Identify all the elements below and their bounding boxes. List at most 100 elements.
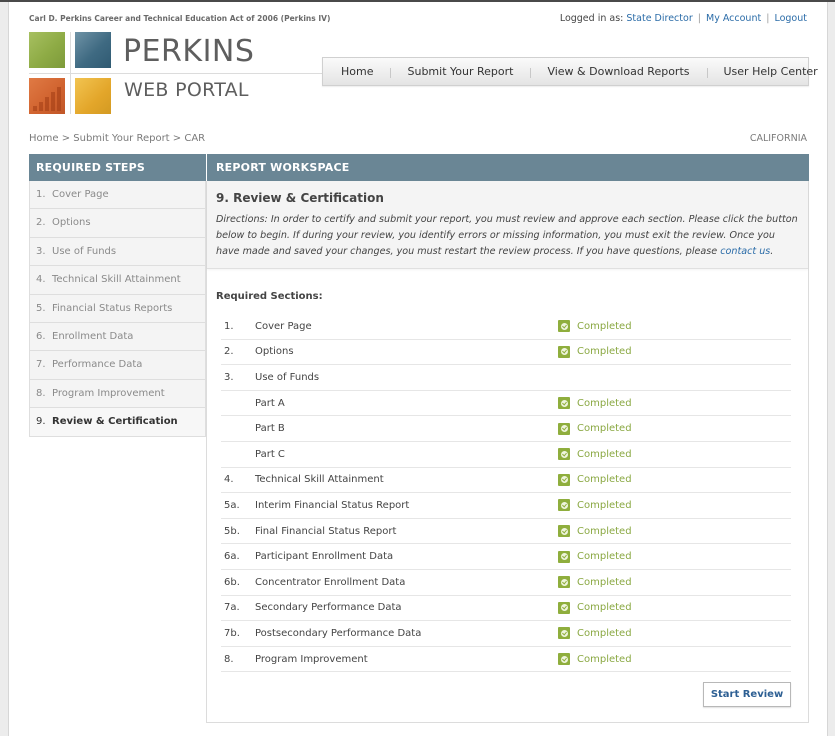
step-label: Technical Skill Attainment: [52, 274, 181, 286]
section-number: 6b.: [224, 576, 240, 588]
section-number: 1.: [224, 320, 234, 332]
status-completed: Completed: [558, 448, 632, 461]
status-text: Completed: [577, 653, 632, 665]
user-link[interactable]: State Director: [626, 13, 692, 24]
section-row: 6b. Concentrator Enrollment Data Completed: [221, 570, 791, 596]
sidebar-title: REQUIRED STEPS: [29, 154, 206, 181]
logo-subtitle: WEB PORTAL: [124, 79, 249, 101]
nav-submit-your-report[interactable]: Submit Your Report: [390, 65, 530, 78]
status-completed: Completed: [558, 345, 632, 358]
directions-body: Directions: In order to certify and subm…: [216, 214, 798, 257]
section-row: 3. Use of Funds: [221, 365, 791, 391]
section-number: 6a.: [224, 551, 240, 563]
student-photo-icon: [75, 78, 111, 114]
check-icon: [558, 525, 570, 538]
section-name: Program Improvement: [255, 653, 368, 665]
separator: |: [766, 13, 770, 24]
sidebar-item-review-certification[interactable]: 9. Review & Certification: [29, 408, 206, 437]
login-prefix: Logged in as:: [559, 13, 624, 24]
check-icon: [558, 601, 570, 614]
status-text: Completed: [577, 551, 632, 563]
section-row: 5b. Final Financial Status Report Complete…: [221, 519, 791, 545]
required-steps-sidebar: REQUIRED STEPS 1. Cover Page 2. Options 3.…: [29, 154, 206, 437]
status-text: Completed: [577, 602, 632, 614]
act-title: Carl D. Perkins Career and Technical Edu…: [29, 14, 331, 23]
state-label: CALIFORNIA: [749, 133, 807, 144]
status-completed: Completed: [558, 499, 632, 512]
step-number: 3.: [36, 245, 46, 257]
step-number: 6.: [36, 330, 46, 342]
sidebar-item-enrollment-data[interactable]: 6. Enrollment Data: [29, 322, 206, 352]
status-completed: Completed: [558, 320, 632, 333]
check-icon: [558, 627, 570, 640]
section-number: 3.: [224, 371, 234, 383]
step-number: 9.: [36, 416, 46, 428]
status-text: Completed: [577, 576, 632, 588]
status-text: Completed: [577, 499, 632, 511]
page: Carl D. Perkins Career and Technical Edu…: [8, 2, 828, 736]
sidebar-item-performance-data[interactable]: 7. Performance Data: [29, 351, 206, 380]
status-completed: Completed: [558, 397, 632, 410]
sidebar-item-program-improvement[interactable]: 8. Program Improvement: [29, 379, 206, 409]
section-name: Postsecondary Performance Data: [255, 627, 422, 639]
step-label: Performance Data: [52, 359, 143, 371]
section-name: Participant Enrollment Data: [255, 551, 394, 563]
status-completed: Completed: [558, 627, 632, 640]
section-name: Part A: [255, 397, 285, 409]
status-text: Completed: [577, 320, 632, 332]
status-completed: Completed: [558, 576, 632, 589]
section-row: Part A Completed: [221, 391, 791, 417]
section-number: 5b.: [224, 525, 240, 537]
nav-home[interactable]: Home: [323, 65, 390, 78]
start-review-button[interactable]: Start Review: [703, 682, 791, 707]
keyboard-photo-icon: [75, 32, 111, 68]
sidebar-item-use-of-funds[interactable]: 3. Use of Funds: [29, 237, 206, 267]
section-intro: 9. Review & Certification Directions: In…: [207, 181, 808, 269]
step-label: Use of Funds: [52, 245, 117, 257]
section-row: 6a. Participant Enrollment Data Completed: [221, 544, 791, 570]
step-label: Enrollment Data: [52, 330, 134, 342]
status-text: Completed: [577, 423, 632, 435]
step-number: 4.: [36, 274, 46, 286]
section-name: Secondary Performance Data: [255, 602, 402, 614]
step-number: 2.: [36, 217, 46, 229]
section-row: 2. Options Completed: [221, 340, 791, 366]
sidebar-item-technical-skill-attainment[interactable]: 4. Technical Skill Attainment: [29, 266, 206, 295]
check-icon: [558, 448, 570, 461]
check-icon: [558, 473, 570, 486]
check-icon: [558, 499, 570, 512]
sidebar-item-financial-status-reports[interactable]: 5. Financial Status Reports: [29, 294, 206, 323]
check-icon: [558, 576, 570, 589]
workspace-title: REPORT WORKSPACE: [206, 154, 809, 181]
step-label: Options: [52, 217, 91, 229]
perkins-logo[interactable]: PERKINS WEB PORTAL: [29, 32, 329, 114]
section-number: 4.: [224, 474, 234, 486]
section-name: Final Financial Status Report: [255, 525, 397, 537]
breadcrumb[interactable]: Home > Submit Your Report > CAR: [29, 133, 205, 144]
section-name: Cover Page: [255, 320, 312, 332]
status-completed: Completed: [558, 473, 632, 486]
section-number: 7b.: [224, 627, 240, 639]
section-row: 5a. Interim Financial Status Report Comple…: [221, 493, 791, 519]
section-name: Technical Skill Attainment: [255, 474, 384, 486]
nav-user-help-center[interactable]: User Help Center: [706, 65, 835, 78]
section-row: Part C Completed: [221, 442, 791, 468]
my-account-link[interactable]: My Account: [706, 13, 761, 24]
login-bar: Logged in as: State Director | My Accoun…: [560, 13, 807, 24]
section-row: 7b. Postsecondary Performance Data Complet…: [221, 621, 791, 647]
section-name: Part B: [255, 423, 285, 435]
logout-link[interactable]: Logout: [774, 13, 807, 24]
required-sections-list: 1. Cover Page Completed 2. Options Completed…: [221, 314, 791, 673]
sidebar-item-cover-page[interactable]: 1. Cover Page: [29, 181, 206, 210]
directions-end: .: [770, 246, 774, 257]
required-sections-label: Required Sections:: [216, 291, 323, 302]
nav-view-download-reports[interactable]: View & Download Reports: [530, 65, 706, 78]
sidebar-item-options[interactable]: 2. Options: [29, 209, 206, 238]
contact-us-link[interactable]: contact us: [720, 246, 770, 257]
step-label: Cover Page: [52, 189, 109, 200]
section-number: 7a.: [224, 602, 240, 614]
main-nav: Home Submit Your Report View & Download …: [322, 57, 818, 86]
growth-chart-icon: [29, 78, 65, 114]
check-icon: [558, 345, 570, 358]
check-icon: [558, 653, 570, 666]
